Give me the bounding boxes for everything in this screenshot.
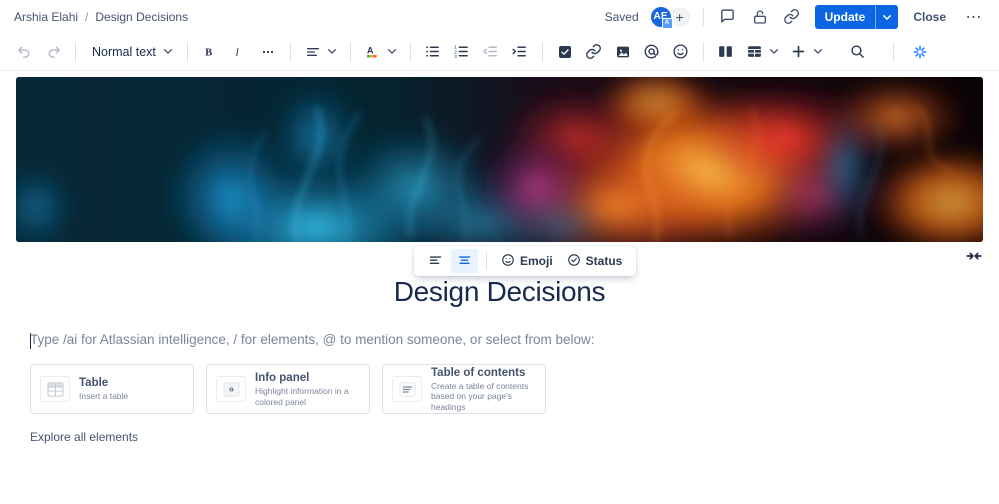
bulleted-list-icon[interactable] (419, 38, 447, 66)
page-title[interactable]: Design Decisions (16, 276, 983, 308)
restrictions-lock-icon[interactable] (747, 4, 773, 30)
breadcrumb-separator: / (85, 10, 88, 24)
cover-image-container (0, 71, 999, 242)
collaborator-avatars: AE A + (649, 5, 692, 29)
insert-dropdown[interactable] (785, 38, 828, 66)
close-button[interactable]: Close (904, 5, 955, 29)
svg-text:B: B (206, 47, 213, 58)
action-item-icon[interactable] (551, 38, 579, 66)
card-title: Table (79, 376, 128, 390)
chevron-down-icon (769, 46, 784, 58)
editor-placeholder[interactable]: Type /ai for Atlassian intelligence, / f… (16, 332, 983, 347)
italic-icon[interactable]: I (225, 38, 253, 66)
align-left-icon (299, 38, 327, 66)
toolbar-divider (410, 42, 411, 62)
table-icon (741, 38, 769, 66)
card-title: Table of contents (431, 366, 536, 380)
table-dropdown[interactable] (741, 38, 784, 66)
page-content: Design Decisions Type /ai for Atlassian … (0, 276, 999, 444)
layouts-icon[interactable] (712, 38, 740, 66)
quick-insert-card-info-panel[interactable]: Info panel Highlight information in a co… (206, 364, 370, 414)
svg-text:3: 3 (454, 54, 457, 60)
card-title: Info panel (255, 371, 360, 385)
search-icon[interactable] (844, 38, 872, 66)
text-color-icon: A (359, 38, 387, 66)
card-text: Table Insert a table (79, 376, 128, 402)
atlassian-intelligence-icon[interactable] (906, 38, 934, 66)
editor-top-bar: Arshia Elahi / Design Decisions Saved AE… (0, 0, 999, 33)
text-cursor (30, 333, 31, 349)
info-panel-icon (216, 376, 246, 402)
more-options-button[interactable]: ⋯ (961, 4, 987, 30)
breadcrumb-page[interactable]: Design Decisions (95, 10, 188, 24)
chevron-down-icon[interactable] (876, 5, 898, 29)
redo-icon[interactable] (39, 38, 67, 66)
breadcrumb: Arshia Elahi / Design Decisions (14, 10, 188, 24)
chevron-down-icon (327, 46, 342, 58)
toolbar-divider (703, 42, 704, 62)
table-icon (40, 376, 70, 402)
card-description: Insert a table (79, 391, 128, 402)
mention-icon[interactable] (638, 38, 666, 66)
chevron-down-icon (387, 46, 402, 58)
avatar-app-badge: A (662, 18, 673, 29)
save-status-label: Saved (605, 10, 639, 24)
explore-all-elements-link[interactable]: Explore all elements (16, 430, 983, 444)
card-text: Info panel Highlight information in a co… (255, 371, 360, 407)
top-bar-actions: Saved AE A + Up (605, 4, 987, 30)
plus-icon (785, 38, 813, 66)
chevron-down-icon (813, 46, 828, 58)
collapse-width-button[interactable] (963, 246, 985, 266)
text-alignment-dropdown[interactable] (299, 38, 342, 66)
undo-icon[interactable] (10, 38, 38, 66)
link-icon[interactable] (580, 38, 608, 66)
copy-link-icon[interactable] (779, 4, 805, 30)
toolbar-divider (350, 42, 351, 62)
chevron-down-icon (163, 46, 173, 58)
update-button-label: Update (815, 5, 876, 29)
editor-placeholder-text: Type /ai for Atlassian intelligence, / f… (30, 332, 594, 347)
cover-image-art (16, 77, 983, 242)
text-style-dropdown[interactable]: Normal text (84, 38, 179, 66)
numbered-list-icon[interactable]: 1 2 3 (448, 38, 476, 66)
toolbar-divider (187, 42, 188, 62)
image-icon[interactable] (609, 38, 637, 66)
emoji-icon[interactable] (667, 38, 695, 66)
card-text: Table of contents Create a table of cont… (431, 366, 536, 413)
comment-icon[interactable] (715, 4, 741, 30)
update-button[interactable]: Update (815, 5, 899, 29)
card-description: Create a table of contents based on your… (431, 381, 536, 413)
toolbar-divider (290, 42, 291, 62)
avatar[interactable]: AE A (649, 5, 673, 29)
page-width-row (0, 242, 999, 270)
more-formatting-icon[interactable] (254, 38, 282, 66)
editor-toolbar: Normal text B I A (0, 33, 999, 71)
quick-insert-card-table-of-contents[interactable]: Table of contents Create a table of cont… (382, 364, 546, 414)
quick-insert-cards: Table Insert a table Info panel Highligh… (16, 364, 983, 414)
table-of-contents-icon (392, 376, 422, 402)
toolbar-divider (542, 42, 543, 62)
indent-icon[interactable] (506, 38, 534, 66)
svg-text:A: A (367, 46, 374, 56)
toolbar-divider (893, 42, 894, 62)
bold-icon[interactable]: B (196, 38, 224, 66)
cover-image[interactable] (16, 77, 983, 242)
text-style-label: Normal text (92, 45, 156, 59)
toolbar-divider (75, 42, 76, 62)
divider (703, 8, 704, 26)
text-color-dropdown[interactable]: A (359, 38, 402, 66)
outdent-icon[interactable] (477, 38, 505, 66)
card-description: Highlight information in a colored panel (255, 386, 360, 407)
quick-insert-card-table[interactable]: Table Insert a table (30, 364, 194, 414)
breadcrumb-space[interactable]: Arshia Elahi (14, 10, 78, 24)
svg-text:I: I (235, 47, 240, 58)
